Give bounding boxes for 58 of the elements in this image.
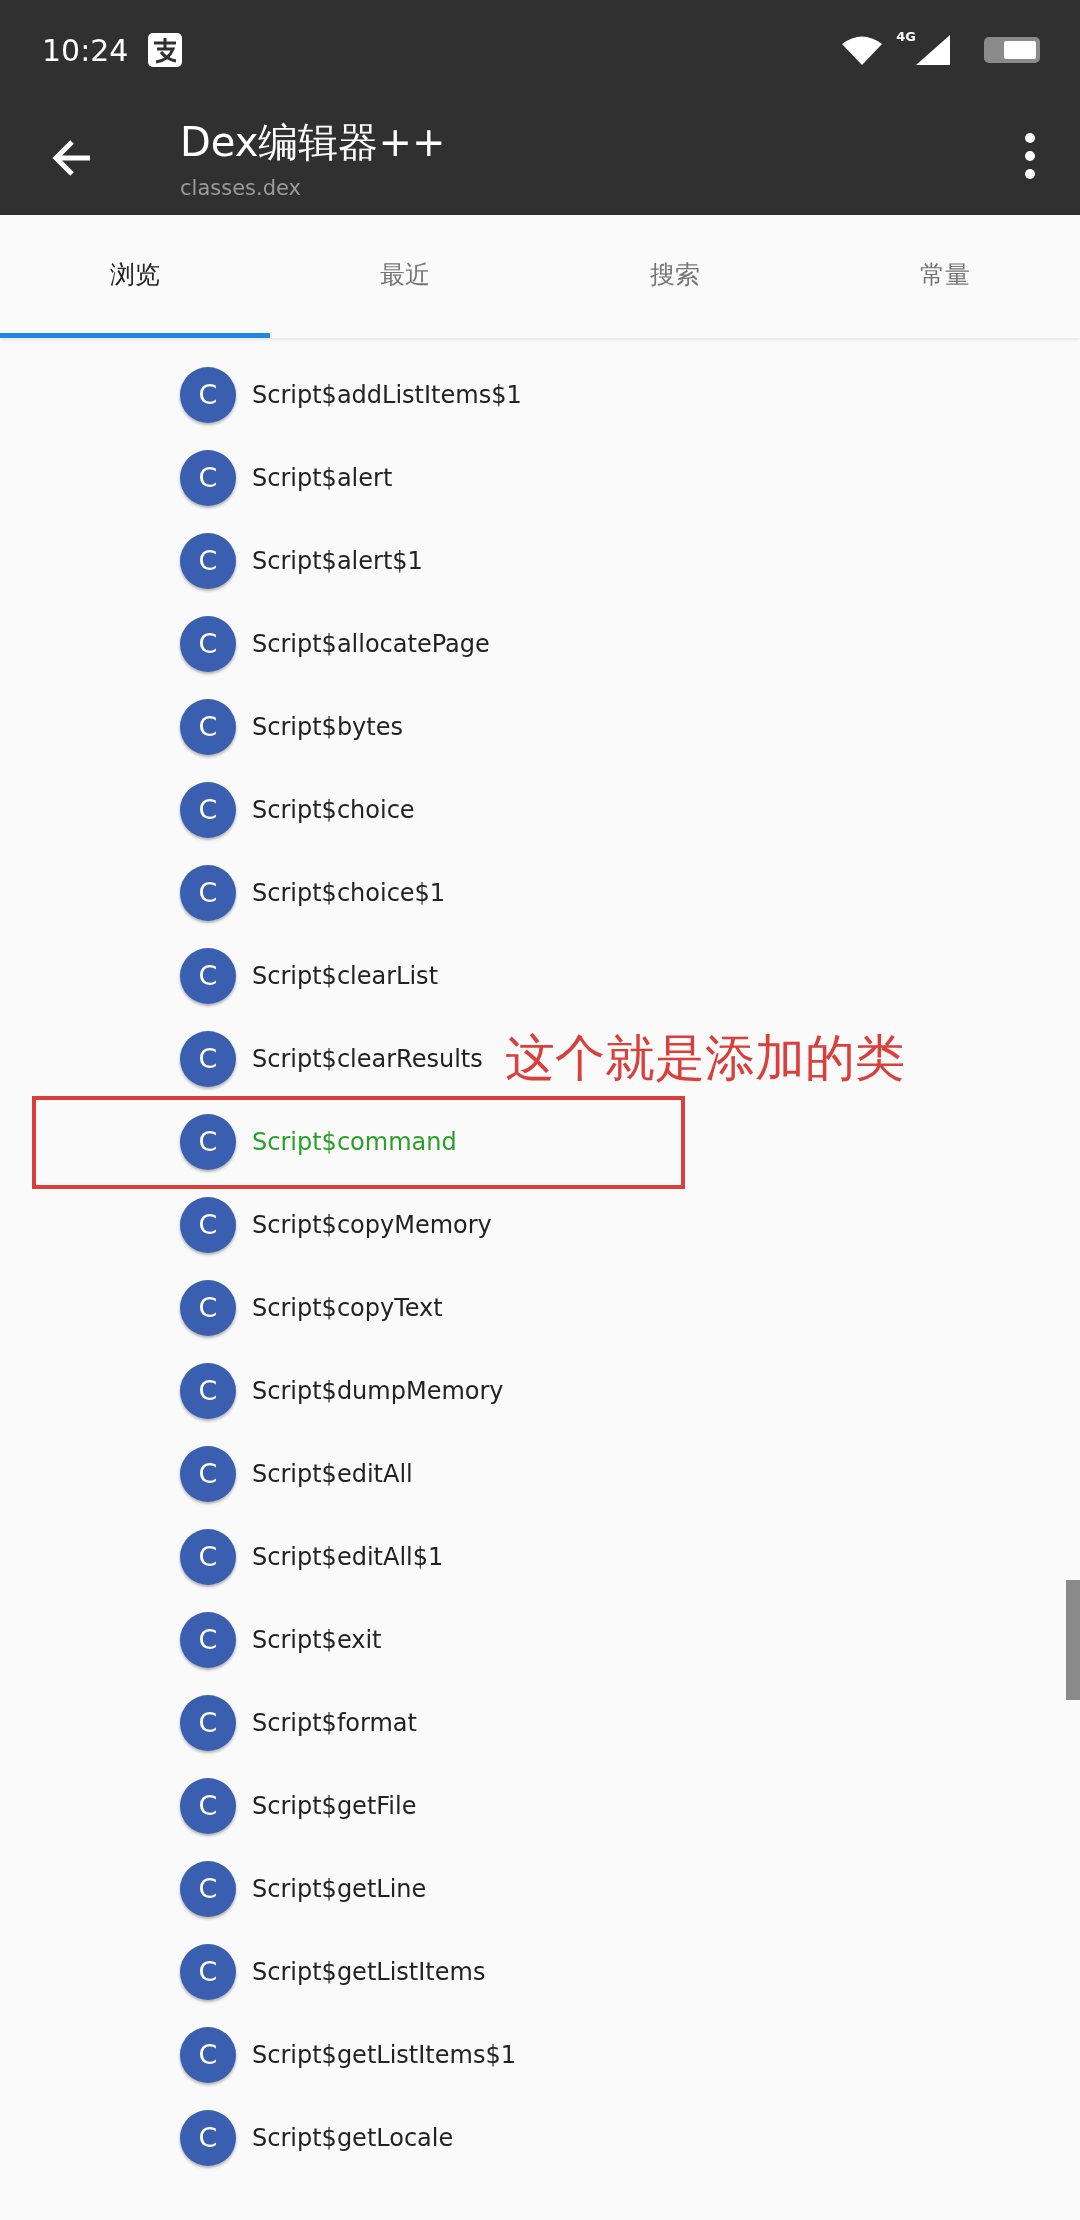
class-badge: C	[180, 698, 236, 755]
class-name[interactable]: Script$format	[252, 1708, 417, 1737]
class-name[interactable]: Script$getListItems	[252, 1957, 486, 1986]
battery-icon	[984, 37, 1040, 63]
class-badge: C	[180, 1528, 236, 1585]
class-badge: C	[180, 1362, 236, 1419]
class-badge: C	[180, 1611, 236, 1668]
class-name[interactable]: Script$allocatePage	[252, 629, 490, 658]
class-badge: C	[180, 2109, 236, 2166]
tab[interactable]: 搜索	[540, 215, 810, 338]
network-type: 4G	[896, 29, 916, 44]
class-name[interactable]: Script$getFile	[252, 1791, 417, 1820]
class-badge: C	[180, 1860, 236, 1917]
class-name[interactable]: Script$alert$1	[252, 546, 423, 575]
class-name[interactable]: Script$clearResults	[252, 1044, 483, 1073]
payment-app-icon	[148, 33, 183, 67]
class-badge: C	[180, 1279, 236, 1336]
class-name[interactable]: Script$bytes	[252, 712, 403, 741]
class-name[interactable]: Script$editAll	[252, 1459, 413, 1488]
class-name[interactable]: Script$alert	[252, 463, 393, 492]
class-name[interactable]: Script$addListItems$1	[252, 380, 522, 409]
class-badge: C	[180, 2026, 236, 2083]
class-name[interactable]: Script$choice	[252, 795, 415, 824]
status-time: 10:24	[42, 32, 129, 68]
app-title: Dex编辑器++	[180, 118, 446, 167]
wifi-icon	[842, 35, 883, 65]
scrollbar-thumb[interactable]	[1066, 1580, 1080, 1700]
tab[interactable]: 最近	[270, 215, 540, 338]
tab[interactable]: 浏览	[0, 215, 270, 338]
class-badge: C	[180, 781, 236, 838]
class-name[interactable]: Script$getLine	[252, 1874, 427, 1903]
class-name[interactable]: Script$copyMemory	[252, 1210, 492, 1239]
class-badge: C	[180, 1694, 236, 1751]
annotation-text: 这个就是添加的类	[504, 1028, 905, 1089]
class-badge: C	[180, 615, 236, 672]
class-name[interactable]: Script$copyText	[252, 1293, 443, 1322]
class-badge: C	[180, 947, 236, 1004]
class-name[interactable]: Script$exit	[252, 1625, 382, 1654]
class-name[interactable]: Script$editAll$1	[252, 1542, 444, 1571]
class-badge: C	[180, 1113, 236, 1170]
class-badge: C	[180, 1030, 236, 1087]
class-badge: C	[180, 1445, 236, 1502]
class-badge: C	[180, 1196, 236, 1253]
signal-icon	[916, 35, 950, 65]
tab[interactable]: 常量	[810, 215, 1080, 338]
file-subtitle: classes.dex	[180, 176, 302, 200]
class-badge: C	[180, 366, 236, 423]
class-name[interactable]: Script$choice$1	[252, 878, 446, 907]
class-name[interactable]: Script$getLocale	[252, 2123, 454, 2152]
class-badge: C	[180, 1943, 236, 2000]
class-badge: C	[180, 864, 236, 921]
class-badge: C	[180, 449, 236, 506]
class-name[interactable]: Script$getListItems$1	[252, 2040, 516, 2069]
class-name[interactable]: Script$clearList	[252, 961, 439, 990]
class-badge: C	[180, 532, 236, 589]
class-name[interactable]: Script$dumpMemory	[252, 1376, 504, 1405]
more-vertical-icon	[1025, 133, 1035, 179]
class-badge: C	[180, 1777, 236, 1834]
